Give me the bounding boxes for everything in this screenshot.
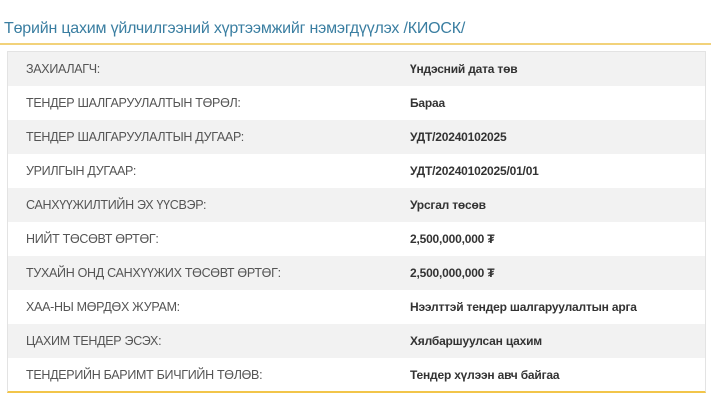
- detail-row-document-status: ТЕНДЕРИЙН БАРИМТ БИЧГИЙН ТӨЛӨВ: Тендер х…: [8, 358, 705, 392]
- detail-row-tender-number: ТЕНДЕР ШАЛГАРУУЛАЛТЫН ДУГААР: УДТ/202401…: [8, 120, 705, 154]
- row-value: Бараа: [410, 96, 445, 110]
- row-value: УДТ/20240102025/01/01: [410, 164, 539, 178]
- row-label: УРИЛГЫН ДУГААР:: [26, 164, 136, 178]
- row-label: ХАА-НЫ МӨРДӨХ ЖУРАМ:: [26, 300, 180, 314]
- page-title: Төрийн цахим үйлчилгээний хүртээмжийг нэ…: [4, 20, 466, 37]
- detail-row-customer: ЗАХИАЛАГЧ: Үндэсний дата төв: [8, 52, 705, 86]
- row-label: ЦАХИМ ТЕНДЕР ЭСЭХ:: [26, 334, 162, 348]
- row-value: УДТ/20240102025: [410, 130, 507, 144]
- tender-details-page: Төрийн цахим үйлчилгээний хүртээмжийг нэ…: [0, 0, 711, 403]
- detail-row-tender-type: ТЕНДЕР ШАЛГАРУУЛАЛТЫН ТӨРӨЛ: Бараа: [8, 86, 705, 120]
- tender-details-table: ЗАХИАЛАГЧ: Үндэсний дата төв ТЕНДЕР ШАЛГ…: [7, 51, 706, 393]
- row-value: Хялбаршуулсан цахим: [410, 334, 542, 348]
- row-value: Урсгал төсөв: [410, 198, 486, 212]
- title-underline: [0, 43, 711, 45]
- detail-row-total-budget: НИЙТ ТӨСӨВТ ӨРТӨГ: 2,500,000,000 ₮: [8, 222, 705, 256]
- row-value: 2,500,000,000 ₮: [410, 266, 495, 280]
- row-value: Тендер хүлээн авч байгаа: [410, 368, 560, 382]
- row-label: НИЙТ ТӨСӨВТ ӨРТӨГ:: [26, 232, 159, 246]
- detail-row-procedure: ХАА-НЫ МӨРДӨХ ЖУРАМ: Нээлттэй тендер шал…: [8, 290, 705, 324]
- row-label: ЗАХИАЛАГЧ:: [26, 62, 100, 76]
- row-value: Нээлттэй тендер шалгаруулалтын арга: [410, 300, 637, 314]
- detail-row-electronic-tender: ЦАХИМ ТЕНДЕР ЭСЭХ: Хялбаршуулсан цахим: [8, 324, 705, 358]
- row-label: САНХҮҮЖИЛТИЙН ЭХ ҮҮСВЭР:: [26, 198, 207, 212]
- row-label: ТУХАЙН ОНД САНХҮҮЖИХ ТӨСӨВТ ӨРТӨГ:: [26, 266, 281, 280]
- detail-row-invitation-number: УРИЛГЫН ДУГААР: УДТ/20240102025/01/01: [8, 154, 705, 188]
- row-value: 2,500,000,000 ₮: [410, 232, 495, 246]
- detail-row-funding-source: САНХҮҮЖИЛТИЙН ЭХ ҮҮСВЭР: Урсгал төсөв: [8, 188, 705, 222]
- row-label: ТЕНДЕР ШАЛГАРУУЛАЛТЫН ТӨРӨЛ:: [26, 96, 241, 110]
- row-label: ТЕНДЕРИЙН БАРИМТ БИЧГИЙН ТӨЛӨВ:: [26, 368, 263, 382]
- row-value: Үндэсний дата төв: [410, 62, 518, 76]
- detail-row-annual-budget: ТУХАЙН ОНД САНХҮҮЖИХ ТӨСӨВТ ӨРТӨГ: 2,500…: [8, 256, 705, 290]
- row-label: ТЕНДЕР ШАЛГАРУУЛАЛТЫН ДУГААР:: [26, 130, 244, 144]
